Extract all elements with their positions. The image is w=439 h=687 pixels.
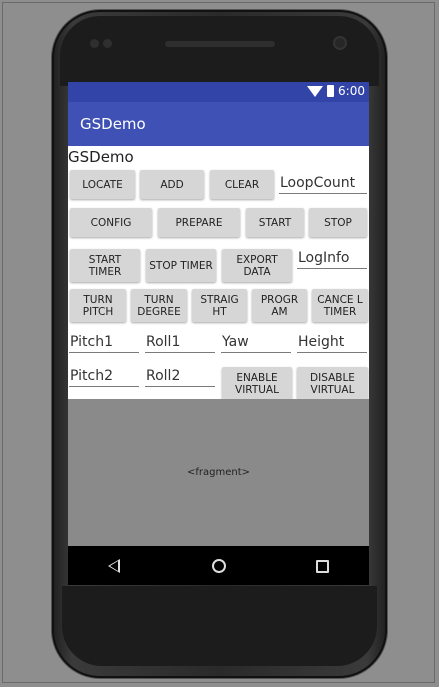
front-camera: [333, 36, 347, 50]
clear-button[interactable]: CLEAR: [210, 170, 274, 199]
height-input[interactable]: Height: [297, 331, 367, 353]
stop-button[interactable]: STOP: [309, 208, 367, 237]
start-button[interactable]: START: [246, 208, 304, 237]
phone-top-bezel: [60, 16, 379, 86]
fragment-container: <fragment>: [68, 399, 369, 546]
enable-virtual-button[interactable]: ENABLE VIRTUAL: [222, 367, 292, 400]
stop-timer-button[interactable]: STOP TIMER: [146, 249, 216, 282]
app-bar: GSDemo: [68, 102, 369, 146]
roll2-input[interactable]: Roll2: [145, 365, 215, 387]
navigation-bar: [68, 546, 369, 585]
sensor-dot: [90, 39, 99, 48]
straight-button[interactable]: STRAIG HT: [192, 289, 247, 322]
device-screen: 6:00 GSDemo GSDemo LOCATE ADD CLEAR Loop…: [68, 82, 369, 585]
recents-icon[interactable]: [316, 560, 329, 573]
page-label: GSDemo: [68, 148, 134, 166]
roll1-input[interactable]: Roll1: [145, 331, 215, 353]
yaw-input[interactable]: Yaw: [221, 331, 291, 353]
status-time: 6:00: [338, 84, 365, 98]
turn-degree-button[interactable]: TURN DEGREE: [131, 289, 187, 322]
add-button[interactable]: ADD: [140, 170, 204, 199]
sensor-dot: [103, 39, 112, 48]
app-title: GSDemo: [80, 115, 146, 133]
disable-virtual-button[interactable]: DISABLE VIRTUAL: [297, 367, 368, 400]
wifi-icon: [307, 85, 324, 97]
pitch2-input[interactable]: Pitch2: [69, 365, 139, 387]
pitch1-input[interactable]: Pitch1: [69, 331, 139, 353]
locate-button[interactable]: LOCATE: [70, 170, 135, 199]
start-timer-button[interactable]: START TIMER: [70, 249, 140, 282]
prepare-button[interactable]: PREPARE: [158, 208, 240, 237]
export-data-button[interactable]: EXPORT DATA: [222, 249, 292, 282]
home-icon[interactable]: [212, 559, 226, 573]
cancel-timer-button[interactable]: CANCE L TIMER: [312, 289, 368, 322]
status-icons: 6:00: [307, 84, 365, 98]
speaker-grille: [165, 41, 275, 47]
turn-pitch-button[interactable]: TURN PITCH: [70, 289, 126, 322]
status-bar: 6:00: [68, 82, 369, 102]
log-info-input[interactable]: LogInfo: [297, 247, 367, 269]
loop-count-input[interactable]: LoopCount: [279, 172, 367, 194]
main-content: GSDemo LOCATE ADD CLEAR LoopCount CONFIG…: [68, 146, 369, 400]
program-button[interactable]: PROGR AM: [252, 289, 307, 322]
fragment-label: <fragment>: [186, 467, 251, 478]
phone-bottom-bezel: [62, 586, 377, 666]
battery-icon: [327, 85, 335, 97]
config-button[interactable]: CONFIG: [70, 208, 152, 237]
back-icon-inner: [110, 561, 118, 571]
